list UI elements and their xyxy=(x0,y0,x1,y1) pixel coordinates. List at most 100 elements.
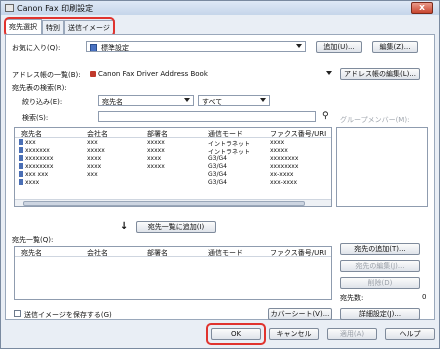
list-item[interactable]: xxx xxx xxxxx イントラネット xxxx xyxy=(15,139,331,148)
col-header-name[interactable]: 宛先名 xyxy=(21,129,42,139)
list-item[interactable]: xxxxxxx xxxxx xxxxx イントラネット xxxxx xyxy=(15,147,331,156)
list-item-comm-mode: G3/G4 xyxy=(208,155,227,162)
close-button[interactable]: x xyxy=(411,2,433,14)
filter-value-select[interactable]: すべて xyxy=(198,95,270,106)
scrollbar-thumb[interactable] xyxy=(23,201,305,206)
col-header-department[interactable]: 部署名 xyxy=(147,129,168,139)
list-item-name: xxx xyxy=(19,139,36,146)
list-item-name: xxxxxxxx xyxy=(19,155,53,162)
filter-label: 絞り込み(E): xyxy=(22,98,63,106)
contact-icon xyxy=(19,163,23,169)
recipient-count-value: 0 xyxy=(422,293,427,301)
arrow-down-icon: ↓ xyxy=(120,221,129,232)
list-item[interactable]: xxxx G3/G4 xxx-xxxx xyxy=(15,179,331,187)
tab-special[interactable]: 特別 xyxy=(42,20,64,34)
cover-sheet-button[interactable]: カバーシート(V)... xyxy=(268,308,332,320)
col-header-company[interactable]: 会社名 xyxy=(87,129,108,139)
fax-printer-icon xyxy=(5,4,14,12)
search-icon[interactable]: ⚲ xyxy=(322,111,329,121)
list-item-fax-number: xxxx xyxy=(270,139,285,146)
destination-panel: お気に入り(Q): 標準設定 追加(U)... 編集(Z)... アドレス帳の一… xyxy=(5,34,435,320)
recipient-list[interactable]: 宛先名 会社名 部署名 通信モード ファクス番号/URI xyxy=(14,246,332,300)
list-item[interactable]: xxx xxx xxx G3/G4 xx-xxxx xyxy=(15,171,331,179)
list-item-department: xxxxx xyxy=(147,147,165,154)
window-title: Canon Fax 印刷設定 xyxy=(17,4,94,13)
ok-button[interactable]: OK xyxy=(211,328,261,340)
list-item-department: xxxxx xyxy=(147,163,165,170)
list-item-department: xxxx xyxy=(147,155,162,162)
group-members-label: グループメンバー(M): xyxy=(340,116,410,124)
contact-icon xyxy=(19,147,23,153)
list-item-fax-number: xxxxx xyxy=(270,147,288,154)
list-item-department: xxxxx xyxy=(147,139,165,146)
list-item-company: xxx xyxy=(87,139,98,146)
chevron-down-icon xyxy=(260,98,266,102)
address-book-select[interactable]: Canon Fax Driver Address Book xyxy=(86,68,336,79)
list-item-fax-number: xxxxxxxx xyxy=(270,163,299,170)
list-item-name: xxx xxx xyxy=(19,171,48,178)
list-item-comm-mode: G3/G4 xyxy=(208,179,227,186)
chevron-down-icon xyxy=(326,71,332,75)
list-item-comm-mode: G3/G4 xyxy=(208,171,227,178)
list-item[interactable]: xxxxxxxx xxxx xxxxx G3/G4 xxxxxxxx xyxy=(15,163,331,171)
favorites-add-button[interactable]: 追加(U)... xyxy=(316,41,362,53)
add-to-list-button[interactable]: 宛先一覧に追加(I) xyxy=(136,221,216,233)
list-item-name: xxxxxxxx xyxy=(19,163,53,170)
col-header-name[interactable]: 宛先名 xyxy=(21,248,42,258)
save-image-checkbox[interactable] xyxy=(14,310,21,317)
filter-value-text: すべて xyxy=(202,98,223,106)
favorites-select[interactable]: 標準設定 xyxy=(86,41,306,52)
title-bar: Canon Fax 印刷設定 x xyxy=(1,1,439,15)
preset-icon xyxy=(90,44,97,51)
delete-recipient-button[interactable]: 削除(D) xyxy=(340,277,420,289)
contact-icon xyxy=(19,179,23,185)
tab-destination[interactable]: 宛先選択 xyxy=(5,19,42,34)
col-header-fax-number[interactable]: ファクス番号/URI xyxy=(270,248,326,258)
col-header-comm-mode[interactable]: 通信モード xyxy=(208,129,243,139)
filter-field-select[interactable]: 宛先名 xyxy=(98,95,194,106)
cancel-button[interactable]: キャンセル xyxy=(269,328,319,340)
address-book-label: アドレス帳の一覧(B): xyxy=(12,71,81,79)
list-item-name: xxxxxxx xyxy=(19,147,50,154)
list-item-fax-number: xx-xxxx xyxy=(270,171,294,178)
search-section-label: 宛先表の検索(R): xyxy=(12,84,67,92)
add-recipient-button[interactable]: 宛先の追加(T)... xyxy=(340,243,420,255)
list-item[interactable]: xxxxxxxx xxxx xxxx G3/G4 xxxxxxxx xyxy=(15,155,331,163)
list-item-company: xxxx xyxy=(87,163,102,170)
detail-settings-button[interactable]: 詳細設定(J)... xyxy=(340,308,420,320)
favorites-label: お気に入り(Q): xyxy=(12,44,61,52)
list-item-comm-mode: G3/G4 xyxy=(208,163,227,170)
col-header-fax-number[interactable]: ファクス番号/URI xyxy=(270,129,326,139)
address-list[interactable]: 宛先名 会社名 部署名 通信モード ファクス番号/URI xxx xxx xxx… xyxy=(14,127,332,207)
list-item-fax-number: xxxxxxxx xyxy=(270,155,299,162)
help-button[interactable]: ヘルプ xyxy=(385,328,435,340)
save-image-label: 送信イメージを保存する(G) xyxy=(24,311,112,319)
tab-send-image[interactable]: 送信イメージ xyxy=(64,20,115,34)
edit-recipient-button[interactable]: 宛先の編集(J)... xyxy=(340,260,420,272)
address-book-icon xyxy=(90,71,96,77)
apply-button[interactable]: 適用(A) xyxy=(327,328,377,340)
group-members-list[interactable] xyxy=(336,127,428,207)
list-item-fax-number: xxx-xxxx xyxy=(270,179,298,186)
favorites-edit-button[interactable]: 編集(Z)... xyxy=(372,41,418,53)
address-list-header: 宛先名 会社名 部署名 通信モード ファクス番号/URI xyxy=(15,128,331,138)
horizontal-scrollbar[interactable] xyxy=(15,199,331,206)
col-header-comm-mode[interactable]: 通信モード xyxy=(208,248,243,258)
search-input[interactable] xyxy=(98,111,316,122)
address-book-value: Canon Fax Driver Address Book xyxy=(98,70,208,78)
col-header-company[interactable]: 会社名 xyxy=(87,248,108,258)
col-header-department[interactable]: 部署名 xyxy=(147,248,168,258)
filter-field-value: 宛先名 xyxy=(102,98,123,106)
list-item-company: xxx xyxy=(87,171,98,178)
list-item-name: xxxx xyxy=(19,179,39,186)
list-item-company: xxxx xyxy=(87,155,102,162)
favorites-value: 標準設定 xyxy=(101,44,129,52)
recipient-list-label: 宛先一覧(Q): xyxy=(12,236,54,244)
search-label: 検索(S): xyxy=(22,114,49,122)
chevron-down-icon xyxy=(296,44,302,48)
contact-icon xyxy=(19,155,23,161)
contact-icon xyxy=(19,171,23,177)
list-item-company: xxxxx xyxy=(87,147,105,154)
recipient-list-header: 宛先名 会社名 部署名 通信モード ファクス番号/URI xyxy=(15,247,331,257)
address-book-edit-button[interactable]: アドレス帳の編集(L)... xyxy=(340,68,420,80)
